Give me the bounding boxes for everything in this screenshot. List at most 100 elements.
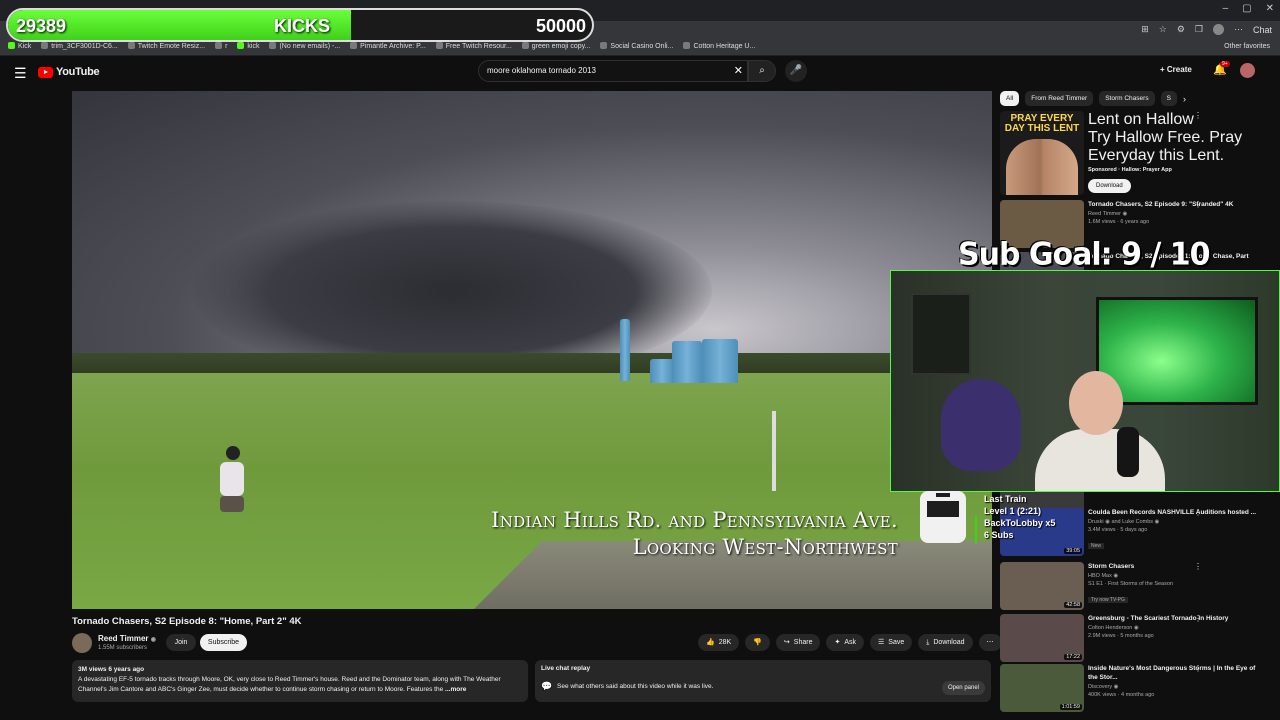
video-description[interactable]: 3M views 6 years ago A devastating EF-5 … xyxy=(72,660,528,702)
channel-name: HBO Max ◉ xyxy=(1088,573,1119,579)
ask-button[interactable]: ✦ Ask xyxy=(826,634,865,651)
join-button[interactable]: Join xyxy=(166,634,196,651)
ad-more-icon[interactable]: ⋮ xyxy=(1194,111,1202,120)
open-panel-button[interactable]: Open panel xyxy=(941,681,985,695)
video-title[interactable]: Tornado Chasers, S2 Episode 9: "Stranded… xyxy=(1088,200,1258,209)
hamburger-menu-icon[interactable]: ☰ xyxy=(14,65,27,82)
filter-chip[interactable]: Storm Chasers xyxy=(1099,91,1155,106)
recommended-video[interactable]: 42:58 Storm Chasers HBO Max ◉ S1 E1 · First… xyxy=(1000,562,1270,610)
more-actions-button[interactable]: ⋯ xyxy=(978,634,1002,651)
video-info: Greensburg - The Scariest Tornado In His… xyxy=(1088,614,1258,640)
sponsored-ad[interactable]: PRAY EVERY DAY THIS LENT Lent on Hallow … xyxy=(1000,111,1270,197)
kicks-target: 50000 xyxy=(535,16,586,36)
dislike-button[interactable]: 👎 xyxy=(745,634,770,651)
more-options-icon[interactable]: ⋮ xyxy=(1194,562,1202,571)
alert-line-2: Level 1 (2:21) xyxy=(984,506,1042,516)
bookmark-item[interactable]: Cotton Heritage U... xyxy=(683,42,755,50)
bookmark-item[interactable]: (No new emails) -... xyxy=(269,42,340,50)
bookmark-item[interactable]: green emoji copy... xyxy=(522,42,591,50)
minimize-button[interactable]: – xyxy=(1223,3,1229,14)
copilot-chat-button[interactable]: Chat xyxy=(1253,25,1272,35)
bookmark-item[interactable]: r xyxy=(215,42,227,50)
kicks-goal-bar: 29389 KICKS 50000 xyxy=(6,8,594,42)
ad-info: Lent on Hallow Try Hallow Free. Pray Eve… xyxy=(1088,111,1258,173)
profile-avatar[interactable] xyxy=(1212,24,1224,35)
bookmark-item[interactable]: Kick xyxy=(8,42,31,50)
bookmarks-bar: Kick trim_3CF3001D-C6... Twitch Emote Resi… xyxy=(0,40,1280,56)
channel-name[interactable]: Reed Timmer ◉ xyxy=(98,634,156,643)
video-title[interactable]: Greensburg - The Scariest Tornado In His… xyxy=(1088,614,1258,623)
bookmark-item[interactable]: Twitch Emote Resiz... xyxy=(128,42,205,50)
show-more-link[interactable]: ...more xyxy=(445,686,466,693)
close-window-button[interactable]: ✕ xyxy=(1266,3,1274,14)
ad-thumbnail[interactable]: PRAY EVERY DAY THIS LENT xyxy=(1000,111,1084,195)
more-menu-icon[interactable]: ⋯ xyxy=(1234,24,1243,35)
collections-icon[interactable]: ❒ xyxy=(1195,24,1203,35)
filter-chip[interactable]: S xyxy=(1160,91,1177,106)
channel-avatar[interactable] xyxy=(72,633,92,653)
video-thumbnail[interactable]: 1:01:59 xyxy=(1000,664,1084,712)
filter-chip[interactable]: From Reed Timmer xyxy=(1025,91,1094,106)
alert-line-3: BackToLobby x5 xyxy=(984,518,1056,528)
clear-search-icon[interactable]: ✕ xyxy=(734,64,743,77)
more-options-icon[interactable]: ⋮ xyxy=(1194,508,1202,517)
video-meta: 3.4M views · 5 days ago xyxy=(1088,527,1148,533)
bookmark-item[interactable]: Social Casino Onli... xyxy=(600,42,673,50)
ad-thumbnail-faces xyxy=(1006,139,1078,195)
save-button[interactable]: ☰ Save xyxy=(870,634,913,651)
filter-chip[interactable]: All xyxy=(1000,91,1020,106)
bookmark-item[interactable]: kick xyxy=(237,42,259,50)
voice-search-button[interactable]: 🎤 xyxy=(785,60,807,82)
views-and-age: 3M views 6 years ago xyxy=(78,666,145,673)
more-options-icon[interactable]: ⋮ xyxy=(1194,200,1202,209)
video-player[interactable]: Indian Hills Rd. and Pennsylvania Ave. L… xyxy=(72,91,992,609)
create-button[interactable]: + Create xyxy=(1160,65,1192,74)
search-button[interactable]: ⌕ xyxy=(748,60,776,82)
video-treeline xyxy=(72,353,992,375)
video-duration: 1:01:59 xyxy=(1059,704,1082,710)
account-avatar[interactable] xyxy=(1240,63,1255,78)
share-button[interactable]: ↪ Share xyxy=(775,634,821,651)
video-title[interactable]: Storm Chasers xyxy=(1088,562,1258,571)
bookmark-item[interactable]: trim_3CF3001D-C6... xyxy=(41,42,118,50)
download-label: Download xyxy=(933,639,965,646)
video-title: Tornado Chasers, S2 Episode 8: "Home, Pa… xyxy=(72,616,302,627)
bookmark-item[interactable]: Free Twitch Resour... xyxy=(436,42,512,50)
chevron-right-icon[interactable]: › xyxy=(1183,94,1186,104)
youtube-logo[interactable]: YouTube xyxy=(38,66,100,78)
video-title[interactable]: Coulda Been Records NASHVILLE Auditions … xyxy=(1088,508,1258,517)
ad-sponsored-label: Sponsored · Hallow: Prayer App xyxy=(1088,167,1172,173)
like-button[interactable]: 👍 28K xyxy=(698,634,740,651)
bookmark-item[interactable]: Pimantle Archive: P... xyxy=(350,42,426,50)
subscribe-button[interactable]: Subscribe xyxy=(200,634,247,651)
sparkle-icon: ✦ xyxy=(834,639,841,646)
live-chat-text: See what others said about this video wh… xyxy=(557,683,714,690)
video-duration: 17:22 xyxy=(1064,654,1082,660)
recommended-video[interactable]: 17:22 Greensburg - The Scariest Tornado I… xyxy=(1000,614,1270,662)
video-meta: S1 E1 · First Storms of the Season xyxy=(1088,581,1173,587)
create-label: Create xyxy=(1166,65,1192,74)
page-bottom xyxy=(0,714,1280,720)
recommended-video[interactable]: 1:01:59 Inside Nature's Most Dangerous St… xyxy=(1000,664,1270,712)
live-chat-title: Live chat replay xyxy=(541,665,591,672)
video-duration: 42:58 xyxy=(1064,602,1082,608)
more-options-icon[interactable]: ⋮ xyxy=(1194,664,1202,673)
extensions-icon[interactable]: ⊞ xyxy=(1141,24,1149,35)
video-title[interactable]: Inside Nature's Most Dangerous Storms | … xyxy=(1088,664,1258,682)
webcam-streamer-head xyxy=(1069,371,1123,435)
video-tower xyxy=(620,319,630,381)
download-button[interactable]: ⤓ Download xyxy=(918,634,973,651)
video-badge: Try now TV-PG xyxy=(1088,597,1128,603)
ad-title[interactable]: Lent on Hallow xyxy=(1088,111,1258,129)
youtube-logo-text: YouTube xyxy=(56,66,100,78)
ad-download-button[interactable]: Download xyxy=(1088,179,1131,193)
search-input[interactable]: moore oklahoma tornado 2013 ✕ xyxy=(478,60,748,82)
favorite-star-icon[interactable]: ☆ xyxy=(1159,24,1167,35)
other-favorites[interactable]: Other favorites xyxy=(1224,43,1270,50)
maximize-button[interactable]: ▢ xyxy=(1242,3,1251,14)
settings-icon[interactable]: ⚙ xyxy=(1177,24,1185,35)
video-thumbnail[interactable]: 42:58 xyxy=(1000,562,1084,610)
filter-chips: All From Reed Timmer Storm Chasers S xyxy=(1000,91,1177,106)
video-thumbnail[interactable]: 17:22 xyxy=(1000,614,1084,662)
more-options-icon[interactable]: ⋮ xyxy=(1194,614,1202,623)
